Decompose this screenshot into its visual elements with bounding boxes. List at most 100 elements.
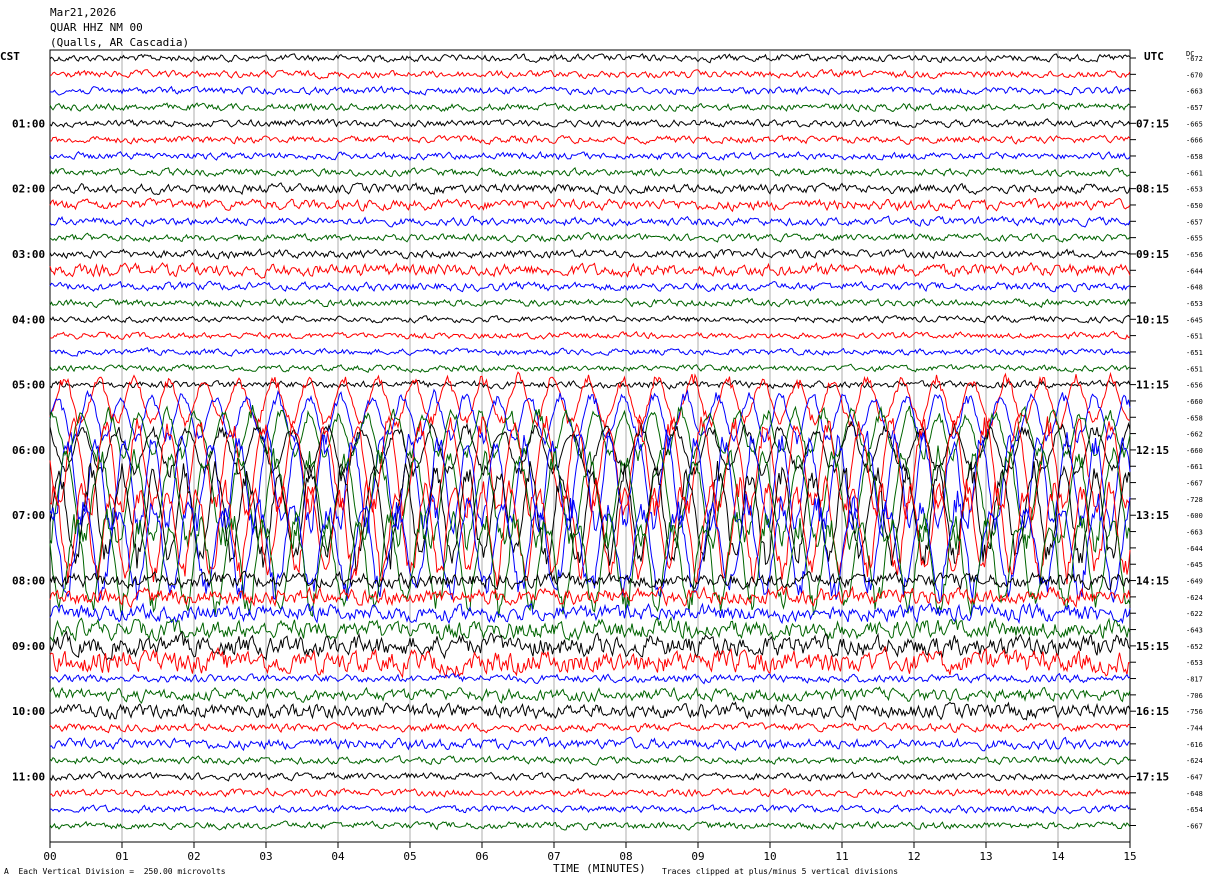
trace-line bbox=[49, 672, 1131, 685]
right-hour-label: 13:15 bbox=[1136, 509, 1169, 522]
trace-line bbox=[49, 297, 1131, 309]
trace-line bbox=[49, 820, 1131, 831]
trace-line bbox=[49, 150, 1131, 161]
trace-line bbox=[49, 261, 1131, 279]
x-tick-label: 01 bbox=[115, 850, 128, 863]
dc-offset-label: -744 bbox=[1186, 725, 1203, 733]
trace-line bbox=[49, 134, 1131, 146]
dc-offset-label: -648 bbox=[1186, 790, 1203, 798]
x-tick-label: 09 bbox=[691, 850, 704, 863]
right-hour-label: 08:15 bbox=[1136, 183, 1169, 196]
trace-line bbox=[49, 460, 1131, 572]
dc-offset-label: -728 bbox=[1186, 496, 1203, 504]
dc-offset-label: -651 bbox=[1186, 365, 1203, 373]
x-tick-label: 00 bbox=[43, 850, 56, 863]
x-tick-label: 13 bbox=[979, 850, 992, 863]
dc-offset-label: -666 bbox=[1186, 137, 1203, 145]
x-tick-label: 05 bbox=[403, 850, 416, 863]
dc-offset-label: -756 bbox=[1186, 708, 1203, 716]
dc-offset-label: -647 bbox=[1186, 774, 1203, 782]
trace-line bbox=[49, 215, 1131, 228]
dc-offset-label: -658 bbox=[1186, 153, 1203, 161]
right-hour-label: 10:15 bbox=[1136, 313, 1169, 326]
right-hour-label: 09:15 bbox=[1136, 248, 1169, 261]
trace-line bbox=[49, 645, 1131, 679]
dc-offset-label: -648 bbox=[1186, 284, 1203, 292]
trace-line bbox=[49, 69, 1131, 80]
right-hour-label: 15:15 bbox=[1136, 640, 1169, 653]
trace-line bbox=[49, 248, 1131, 260]
trace-line bbox=[49, 197, 1131, 213]
dc-offset-label: -643 bbox=[1186, 627, 1203, 635]
dc-offset-label: -663 bbox=[1186, 529, 1203, 537]
left-hour-label: 05:00 bbox=[12, 379, 45, 392]
trace-line bbox=[49, 232, 1131, 244]
left-hour-label: 10:00 bbox=[12, 705, 45, 718]
x-tick-label: 06 bbox=[475, 850, 488, 863]
trace-line bbox=[49, 347, 1131, 357]
trace-line bbox=[49, 686, 1131, 704]
trace-line bbox=[49, 787, 1131, 798]
right-hour-label: 11:15 bbox=[1136, 379, 1169, 392]
trace-line bbox=[49, 118, 1131, 129]
dc-offset-label: -654 bbox=[1186, 806, 1203, 814]
dc-offset-label: -645 bbox=[1186, 561, 1203, 569]
left-hour-label: 02:00 bbox=[12, 183, 45, 196]
x-axis-label: TIME (MINUTES) bbox=[553, 862, 646, 875]
trace-line bbox=[49, 415, 1131, 521]
x-tick-label: 03 bbox=[259, 850, 272, 863]
trace-line bbox=[49, 803, 1131, 815]
dc-offset-label: -624 bbox=[1186, 757, 1203, 765]
dc-offset-label: -655 bbox=[1186, 235, 1203, 243]
trace-line bbox=[49, 616, 1131, 643]
corner-mark: A bbox=[4, 867, 9, 876]
x-tick-label: 12 bbox=[907, 850, 920, 863]
right-hour-label: 16:15 bbox=[1136, 705, 1169, 718]
dc-offset-label: -672 bbox=[1186, 55, 1203, 63]
trace-line bbox=[49, 330, 1131, 340]
trace-line bbox=[49, 770, 1131, 782]
left-hour-label: 07:00 bbox=[12, 509, 45, 522]
dc-offset-label: -660 bbox=[1186, 447, 1203, 455]
trace-line bbox=[49, 314, 1131, 324]
dc-offset-label: -661 bbox=[1186, 463, 1203, 471]
dc-offset-label: -600 bbox=[1186, 512, 1203, 520]
dc-offset-label: -662 bbox=[1186, 431, 1203, 439]
plot-frame bbox=[49, 49, 1131, 843]
dc-offset-label: -651 bbox=[1186, 333, 1203, 341]
right-hour-label: 17:15 bbox=[1136, 771, 1169, 784]
x-tick-label: 11 bbox=[835, 850, 848, 863]
x-tick-label: 10 bbox=[763, 850, 776, 863]
left-hour-label: 11:00 bbox=[12, 771, 45, 784]
left-hour-label: 04:00 bbox=[12, 313, 45, 326]
clip-note: Traces clipped at plus/minus 5 vertical … bbox=[662, 867, 899, 876]
left-hour-label: 03:00 bbox=[12, 248, 45, 261]
right-hour-label: 07:15 bbox=[1136, 117, 1169, 130]
trace-line bbox=[49, 701, 1131, 722]
left-hour-label: 01:00 bbox=[12, 117, 45, 130]
trace-line bbox=[49, 85, 1131, 96]
dc-offset-label: -656 bbox=[1186, 251, 1203, 259]
x-tick-label: 15 bbox=[1123, 850, 1136, 863]
dc-offset-label: -649 bbox=[1186, 578, 1203, 586]
dc-offset-label: -657 bbox=[1186, 104, 1203, 112]
trace-line bbox=[49, 53, 1131, 64]
x-tick-label: 02 bbox=[187, 850, 200, 863]
seismogram-plot: 00 01 02 03 04 05 06 07 08 09 10 11 12 13 14 15-672-670… bbox=[12, 49, 1203, 863]
dc-offset-label: -622 bbox=[1186, 610, 1203, 618]
dc-offset-label: -657 bbox=[1186, 218, 1203, 226]
scale-note: A Each Vertical Division = 250.00 microv… bbox=[4, 867, 226, 876]
x-tick-label: 04 bbox=[331, 850, 345, 863]
dc-offset-label: -645 bbox=[1186, 316, 1203, 324]
trace-line bbox=[49, 755, 1131, 766]
dc-offset-label: -651 bbox=[1186, 349, 1203, 357]
dc-offset-label: -706 bbox=[1186, 692, 1203, 700]
x-tick-label: 14 bbox=[1051, 850, 1065, 863]
dc-offset-label: -653 bbox=[1186, 659, 1203, 667]
dc-offset-label: -656 bbox=[1186, 382, 1203, 390]
trace-line bbox=[49, 280, 1131, 293]
trace-line bbox=[49, 736, 1131, 752]
dc-offset-label: -817 bbox=[1186, 676, 1203, 684]
trace-line bbox=[49, 101, 1131, 113]
left-hour-label: 08:00 bbox=[12, 575, 45, 588]
